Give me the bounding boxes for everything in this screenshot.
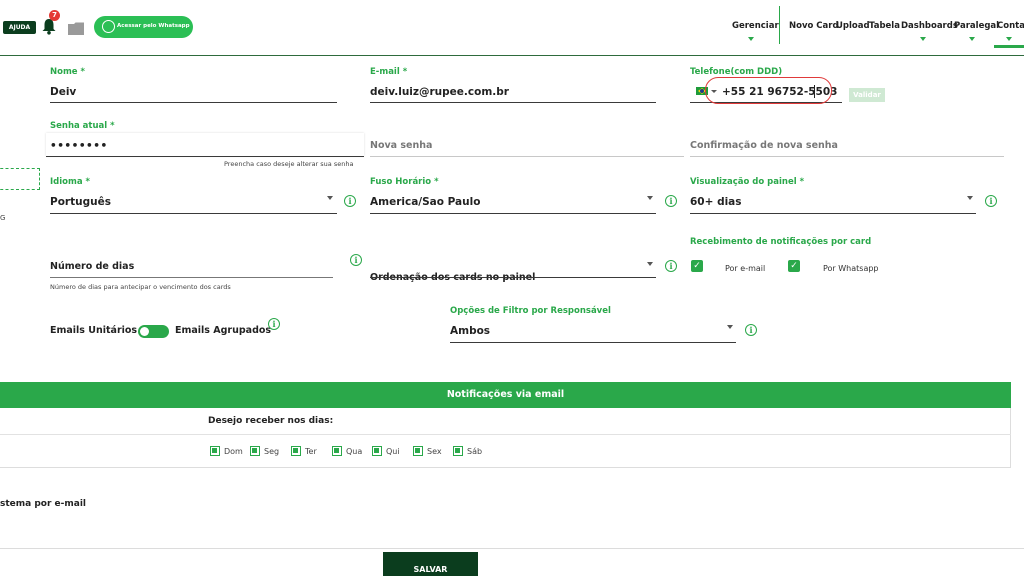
senha-atual-underline: [46, 156, 364, 157]
nav-conta[interactable]: Conta: [997, 21, 1024, 31]
left-dashed-box: [0, 168, 40, 190]
day-checkbox[interactable]: [453, 446, 463, 456]
idioma-underline: [50, 213, 337, 214]
help-button[interactable]: AJUDA: [3, 21, 36, 34]
visualizacao-select[interactable]: 60+ dias: [690, 196, 742, 208]
day-seg[interactable]: Seg: [250, 446, 291, 456]
emails-agrupados-label: Emails Agrupados: [175, 325, 272, 336]
header-divider: [0, 55, 1024, 56]
idioma-select[interactable]: Português: [50, 196, 111, 208]
day-checkbox[interactable]: [332, 446, 342, 456]
bottom-divider: [0, 548, 1024, 549]
whatsapp-notif-checkbox[interactable]: ✓: [788, 260, 800, 272]
numero-dias-input[interactable]: Número de dias: [50, 261, 134, 272]
filtro-label: Opções de Filtro por Responsável: [450, 306, 611, 316]
day-dom[interactable]: Dom: [210, 446, 250, 456]
nome-label: Nome *: [50, 67, 85, 77]
ordenacao-underline: [370, 277, 656, 278]
info-icon[interactable]: i: [665, 195, 677, 207]
day-sab[interactable]: Sáb: [453, 446, 493, 456]
info-icon[interactable]: i: [268, 318, 280, 330]
telefone-label: Telefone(com DDD): [690, 67, 783, 77]
notification-badge: 7: [49, 10, 60, 21]
day-checkbox[interactable]: [372, 446, 382, 456]
visualizacao-label: Visualização do painel *: [690, 177, 805, 187]
senha-atual-input[interactable]: ••••••••: [50, 140, 108, 152]
info-icon[interactable]: i: [350, 254, 362, 266]
info-icon[interactable]: i: [665, 260, 677, 272]
chevron-down-icon: [647, 196, 653, 200]
filtro-select[interactable]: Ambos: [450, 325, 490, 337]
chevron-down-icon: [969, 37, 975, 41]
nova-senha-input[interactable]: Nova senha: [370, 140, 432, 151]
info-icon[interactable]: i: [344, 195, 356, 207]
info-icon[interactable]: i: [745, 324, 757, 336]
fuso-label: Fuso Horário *: [370, 177, 439, 187]
nome-input[interactable]: Deiv: [50, 86, 76, 98]
confirmacao-underline: [690, 156, 1004, 157]
nav-novo-card[interactable]: Novo Card: [789, 21, 839, 31]
day-checkbox[interactable]: [210, 446, 220, 456]
notificacoes-body: [0, 408, 1011, 468]
nav-upload[interactable]: Upload: [836, 21, 870, 31]
chevron-down-icon: [920, 37, 926, 41]
nav-tabela[interactable]: Tabela: [869, 21, 900, 31]
nav-dashboards[interactable]: Dashboards: [901, 21, 958, 31]
fuso-select[interactable]: America/Sao Paulo: [370, 196, 480, 208]
fuso-underline: [370, 213, 656, 214]
email-label: E-mail *: [370, 67, 408, 77]
email-input[interactable]: deiv.luiz@rupee.com.br: [370, 86, 509, 98]
emails-mode-toggle[interactable]: [138, 325, 169, 338]
day-ter[interactable]: Ter: [291, 446, 332, 456]
day-checkbox[interactable]: [250, 446, 260, 456]
filtro-underline: [450, 342, 736, 343]
nav-divider: [779, 6, 780, 44]
days-heading: Desejo receber nos dias:: [208, 416, 334, 426]
nome-underline: [50, 102, 337, 103]
save-button[interactable]: SALVAR: [383, 552, 478, 576]
days-row: Dom Seg Ter Qua Qui Sex Sáb: [210, 446, 493, 456]
day-checkbox[interactable]: [291, 446, 301, 456]
day-sex[interactable]: Sex: [413, 446, 453, 456]
visualizacao-underline: [690, 213, 976, 214]
validate-button[interactable]: Validar: [849, 88, 885, 102]
day-checkbox[interactable]: [413, 446, 423, 456]
emails-unitarios-label: Emails Unitários: [50, 325, 138, 336]
whatsapp-notif-label: Por Whatsapp: [823, 264, 879, 273]
nav-paralegal[interactable]: Paralegal: [954, 21, 999, 31]
numero-dias-underline: [50, 277, 333, 278]
left-stub-text: G: [0, 214, 6, 222]
email-underline: [370, 102, 656, 103]
confirmacao-input[interactable]: Confirmação de nova senha: [690, 140, 838, 151]
nova-senha-underline: [370, 156, 684, 157]
numero-dias-hint: Número de dias para antecipar o vencimen…: [50, 283, 231, 291]
email-notif-checkbox[interactable]: ✓: [691, 260, 703, 272]
chevron-down-icon: [647, 262, 653, 266]
notificacoes-header: Notificações via email: [0, 382, 1011, 408]
day-qui[interactable]: Qui: [372, 446, 413, 456]
chevron-down-icon: [727, 325, 733, 329]
telefone-highlight: [705, 77, 832, 104]
recebimento-label: Recebimento de notificações por card: [690, 237, 872, 247]
nav-active-indicator: [994, 45, 1024, 48]
email-notif-label: Por e-mail: [725, 264, 766, 273]
sistema-email-label: stema por e-mail: [0, 499, 87, 509]
whatsapp-button[interactable]: Acessar pelo Whatsapp: [94, 16, 193, 38]
chevron-down-icon: [1006, 37, 1012, 41]
senha-atual-label: Senha atual *: [50, 121, 115, 131]
whatsapp-icon: [102, 20, 115, 33]
idioma-label: Idioma *: [50, 177, 90, 187]
chevron-down-icon: [748, 37, 754, 41]
nav-gerenciar[interactable]: Gerenciar: [732, 21, 779, 31]
days-divider: [0, 434, 1011, 435]
senha-hint: Preencha caso deseje alterar sua senha: [224, 160, 354, 168]
whatsapp-label: Acessar pelo Whatsapp: [117, 23, 190, 29]
chevron-down-icon: [327, 196, 333, 200]
folder-icon[interactable]: [68, 20, 84, 35]
day-qua[interactable]: Qua: [332, 446, 372, 456]
chevron-down-icon: [967, 196, 973, 200]
info-icon[interactable]: i: [985, 195, 997, 207]
